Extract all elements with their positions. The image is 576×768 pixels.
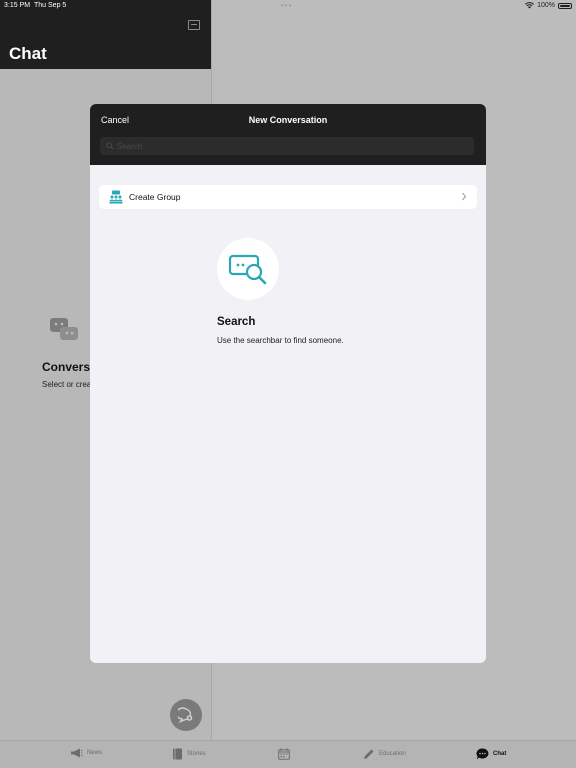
empty-state-subtitle: Select or create a conversation bbox=[42, 380, 90, 389]
archive-icon[interactable] bbox=[188, 20, 200, 30]
empty-state-title: Conversations bbox=[42, 360, 90, 374]
tab-chat[interactable]: Chat bbox=[476, 748, 506, 760]
status-right: 100% bbox=[525, 2, 572, 9]
new-conversation-modal: Cancel New Conversation Create Group Sea… bbox=[90, 104, 486, 663]
tab-stories-label: Stories bbox=[187, 751, 206, 757]
new-chat-button[interactable] bbox=[170, 699, 202, 731]
page-title: Chat bbox=[9, 44, 47, 63]
modal-header: Cancel New Conversation bbox=[90, 104, 486, 165]
search-icon bbox=[106, 142, 114, 150]
create-group-row[interactable]: Create Group bbox=[99, 185, 477, 209]
status-time: 3:15 PM bbox=[4, 2, 31, 9]
battery-icon bbox=[558, 2, 572, 9]
battery-percent: 100% bbox=[537, 2, 555, 9]
modal-title: New Conversation bbox=[248, 115, 328, 125]
chevron-right-icon bbox=[462, 192, 467, 201]
search-heading: Search bbox=[217, 316, 256, 328]
tab-stories[interactable]: Stories bbox=[172, 748, 206, 760]
group-icon bbox=[109, 190, 123, 204]
search-conversation-icon bbox=[228, 254, 267, 285]
calendar-icon bbox=[278, 748, 290, 760]
tab-news[interactable]: News bbox=[70, 748, 102, 758]
status-bar: 3:15 PM Thu Sep 5 ••• 100% bbox=[0, 0, 576, 12]
tab-education-label: Education bbox=[379, 751, 406, 757]
multitasking-dots-icon[interactable]: ••• bbox=[281, 1, 292, 10]
search-input[interactable] bbox=[117, 141, 457, 151]
search-description: Use the searchbar to find someone. bbox=[217, 336, 344, 345]
search-illustration bbox=[217, 238, 279, 300]
conversations-icon bbox=[50, 318, 78, 340]
pencil-icon bbox=[364, 749, 374, 759]
megaphone-icon bbox=[71, 748, 83, 758]
tab-chat-label: Chat bbox=[493, 751, 507, 757]
search-bar[interactable] bbox=[100, 137, 474, 155]
wifi-icon bbox=[525, 2, 535, 9]
tab-education[interactable]: Education bbox=[363, 748, 406, 760]
book-icon bbox=[173, 748, 182, 760]
create-group-label: Create Group bbox=[129, 192, 181, 202]
tab-news-label: News bbox=[87, 750, 103, 756]
chat-bubble-icon bbox=[476, 748, 489, 760]
tab-bar: News Stories Education Chat bbox=[0, 740, 576, 768]
new-chat-icon bbox=[178, 707, 193, 723]
status-date: Thu Sep 5 bbox=[34, 2, 67, 9]
tab-calendar[interactable] bbox=[278, 748, 294, 760]
